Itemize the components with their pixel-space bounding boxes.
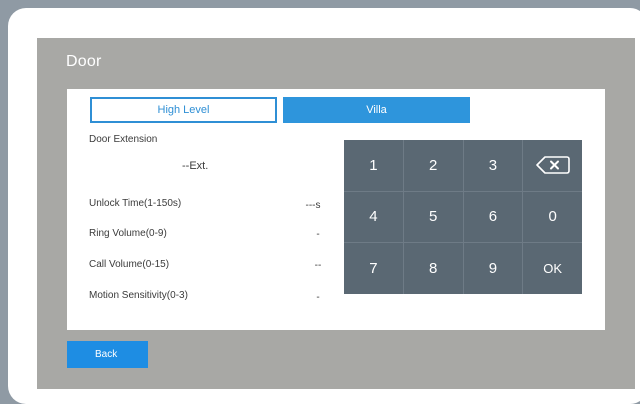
backspace-key[interactable] — [523, 140, 582, 191]
tab-villa[interactable]: Villa — [283, 97, 470, 123]
key-1[interactable]: 1 — [344, 140, 403, 191]
key-9[interactable]: 9 — [463, 243, 523, 294]
door-extension-label: Door Extension — [89, 134, 158, 145]
key-2[interactable]: 2 — [403, 140, 463, 191]
key-0[interactable]: 0 — [523, 191, 582, 243]
call-volume-label: Call Volume(0-15) — [89, 259, 170, 270]
page-title: Door — [66, 53, 102, 70]
key-3[interactable]: 3 — [463, 140, 523, 191]
ok-key[interactable]: OK — [523, 243, 582, 294]
back-button[interactable]: Back — [67, 341, 148, 368]
door-extension-value[interactable]: --Ext. — [182, 160, 208, 172]
key-6[interactable]: 6 — [463, 191, 523, 243]
key-8[interactable]: 8 — [403, 243, 463, 294]
settings-panel: High Level Villa Door Extension --Ext. U… — [67, 89, 605, 330]
ring-volume-label: Ring Volume(0-9) — [89, 228, 167, 239]
key-7[interactable]: 7 — [344, 243, 403, 294]
unlock-time-label: Unlock Time(1-150s) — [89, 198, 182, 209]
key-5[interactable]: 5 — [403, 191, 463, 243]
unlock-time-value[interactable]: ---s — [293, 200, 333, 211]
motion-sensitivity-label: Motion Sensitivity(0-3) — [89, 290, 188, 301]
call-volume-value[interactable]: -- — [298, 260, 338, 271]
ring-volume-value[interactable]: - — [298, 229, 338, 240]
device-bezel: Door High Level Villa Door Extension --E… — [8, 8, 640, 404]
door-settings-screen: Door High Level Villa Door Extension --E… — [37, 38, 635, 389]
backspace-icon — [535, 156, 570, 175]
key-4[interactable]: 4 — [344, 191, 403, 243]
tab-high-level[interactable]: High Level — [90, 97, 277, 123]
motion-sensitivity-value[interactable]: - — [298, 292, 338, 303]
numeric-keypad: 1 2 3 4 5 6 0 7 8 9 OK — [344, 140, 582, 294]
